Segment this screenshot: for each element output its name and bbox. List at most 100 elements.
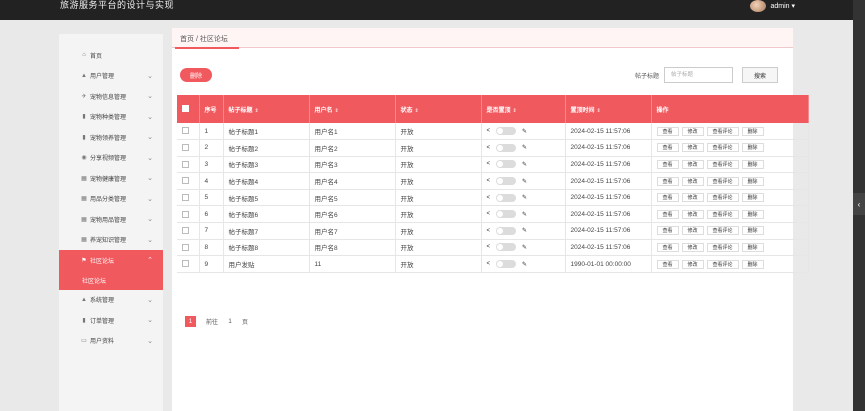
row-checkbox[interactable] <box>177 255 200 273</box>
sidebar-item-sidebar.items4[interactable]: ▮ 宠物领养管理 ⌄ <box>59 127 163 148</box>
delete-row-button[interactable]: 删除 <box>741 242 764 252</box>
edit-icon[interactable]: ✎ <box>522 161 527 168</box>
view-comments-button[interactable]: 查看评论 <box>706 193 739 203</box>
view-button[interactable]: 查看 <box>656 259 679 269</box>
select-all-checkbox[interactable] <box>177 95 200 123</box>
user-menu[interactable]: admin ▾ <box>750 0 795 12</box>
view-button[interactable]: 查看 <box>656 242 679 252</box>
pin-toggle[interactable] <box>496 143 517 152</box>
row-checkbox[interactable] <box>177 156 200 174</box>
sidebar-item-sidebar.items1[interactable]: ▲ 用户管理 ⌄ <box>59 66 163 87</box>
share-icon[interactable]: < <box>487 161 491 167</box>
edit-icon[interactable]: ✎ <box>522 227 527 234</box>
sidebar-item-sidebar.items5[interactable]: ◉ 分享视频管理 ⌄ <box>59 148 163 169</box>
sidebar-item-sidebar.items9[interactable]: ▦ 养宠知识管理 ⌄ <box>59 230 163 251</box>
share-icon[interactable]: < <box>487 145 491 151</box>
col-header-pin-time[interactable]: 置顶时间 ⇕ <box>565 95 652 123</box>
edit-icon[interactable]: ✎ <box>522 178 527 185</box>
edit-button[interactable]: 修改 <box>681 143 704 153</box>
sidebar-subitem-forum[interactable]: 社区论坛 <box>59 270 163 290</box>
share-icon[interactable]: < <box>487 178 491 184</box>
pin-toggle[interactable] <box>496 210 517 219</box>
view-comments-button[interactable]: 查看评论 <box>706 209 739 219</box>
share-icon[interactable]: < <box>487 211 491 217</box>
pin-toggle[interactable] <box>496 226 517 235</box>
view-button[interactable]: 查看 <box>656 193 679 203</box>
sidebar-item-sidebar.items3[interactable]: ▮ 宠物种类管理 ⌄ <box>59 107 163 128</box>
view-comments-button[interactable]: 查看评论 <box>706 143 739 153</box>
delete-row-button[interactable]: 删除 <box>741 176 764 186</box>
view-comments-button[interactable]: 查看评论 <box>706 126 739 136</box>
search-input[interactable] <box>664 67 733 83</box>
view-comments-button[interactable]: 查看评论 <box>706 242 739 252</box>
pin-toggle[interactable] <box>496 127 517 136</box>
view-button[interactable]: 查看 <box>656 209 679 219</box>
edit-button[interactable]: 修改 <box>681 259 704 269</box>
view-button[interactable]: 查看 <box>656 176 679 186</box>
delete-row-button[interactable]: 删除 <box>741 193 764 203</box>
delete-row-button[interactable]: 删除 <box>741 159 764 169</box>
sidebar-item-sidebar.after0[interactable]: ▲ 系统管理 ⌄ <box>59 290 163 311</box>
col-header-status[interactable]: 状态 ⇕ <box>395 95 482 123</box>
sidebar-item-sidebar.items2[interactable]: ✈ 宠物信息管理 ⌄ <box>59 86 163 107</box>
page-input[interactable]: 1 <box>224 319 236 325</box>
row-checkbox[interactable] <box>177 123 200 141</box>
view-button[interactable]: 查看 <box>656 226 679 236</box>
delete-button[interactable]: 删除 <box>180 68 212 82</box>
row-checkbox[interactable] <box>177 222 200 240</box>
col-header-title[interactable]: 帖子标题 ⇕ <box>223 95 310 123</box>
pin-toggle[interactable] <box>496 193 517 202</box>
edit-button[interactable]: 修改 <box>681 193 704 203</box>
sidebar-item-sidebar.items0[interactable]: ⌂ 首页 <box>59 45 163 66</box>
view-comments-button[interactable]: 查看评论 <box>706 259 739 269</box>
edit-button[interactable]: 修改 <box>681 242 704 252</box>
edit-button[interactable]: 修改 <box>681 209 704 219</box>
edit-button[interactable]: 修改 <box>681 159 704 169</box>
edit-icon[interactable]: ✎ <box>522 244 527 251</box>
edit-button[interactable]: 修改 <box>681 126 704 136</box>
share-icon[interactable]: < <box>487 195 491 201</box>
edit-icon[interactable]: ✎ <box>522 144 527 151</box>
view-comments-button[interactable]: 查看评论 <box>706 226 739 236</box>
row-checkbox[interactable] <box>177 189 200 207</box>
page-current[interactable]: 1 <box>185 316 196 327</box>
edit-icon[interactable]: ✎ <box>522 194 527 201</box>
delete-row-button[interactable]: 删除 <box>741 126 764 136</box>
edit-icon[interactable]: ✎ <box>522 211 527 218</box>
edit-icon[interactable]: ✎ <box>522 128 527 135</box>
search-button[interactable]: 搜索 <box>742 67 778 83</box>
row-checkbox[interactable] <box>177 239 200 257</box>
sidebar-item-sidebar.after1[interactable]: ▮ 订单管理 ⌄ <box>59 310 163 331</box>
pin-toggle[interactable] <box>496 177 517 186</box>
edit-icon[interactable]: ✎ <box>522 261 527 268</box>
view-button[interactable]: 查看 <box>656 126 679 136</box>
collapse-handle-icon[interactable]: ‹ <box>853 193 865 215</box>
col-header-pinned[interactable]: 是否置顶 ⇕ <box>481 95 566 123</box>
sidebar-item-sidebar.after2[interactable]: ▭ 用户资料 ⌄ <box>59 331 163 352</box>
delete-row-button[interactable]: 删除 <box>741 226 764 236</box>
view-button[interactable]: 查看 <box>656 143 679 153</box>
sidebar-item-sidebar.items6[interactable]: ▦ 宠物健康管理 ⌄ <box>59 168 163 189</box>
share-icon[interactable]: < <box>487 244 491 250</box>
sidebar-item-sidebar.items7[interactable]: ▦ 用品分类管理 ⌄ <box>59 189 163 210</box>
share-icon[interactable]: < <box>487 261 491 267</box>
row-checkbox[interactable] <box>177 205 200 224</box>
delete-row-button[interactable]: 删除 <box>741 259 764 269</box>
row-checkbox[interactable] <box>177 139 200 157</box>
edit-button[interactable]: 修改 <box>681 226 704 236</box>
pin-toggle[interactable] <box>496 260 517 269</box>
row-checkbox[interactable] <box>177 172 200 190</box>
delete-row-button[interactable]: 删除 <box>741 209 764 219</box>
view-comments-button[interactable]: 查看评论 <box>706 176 739 186</box>
pin-toggle[interactable] <box>496 243 517 252</box>
col-header-user[interactable]: 用户名 ⇕ <box>309 95 396 123</box>
view-button[interactable]: 查看 <box>656 159 679 169</box>
share-icon[interactable]: < <box>487 228 491 234</box>
pin-toggle[interactable] <box>496 160 517 169</box>
sidebar-item-sidebar.items8[interactable]: ▦ 宠物用品管理 ⌄ <box>59 209 163 230</box>
share-icon[interactable]: < <box>487 128 491 134</box>
delete-row-button[interactable]: 删除 <box>741 143 764 153</box>
view-comments-button[interactable]: 查看评论 <box>706 159 739 169</box>
sidebar-item-forum[interactable]: ⚑ 社区论坛 ⌃ <box>59 250 163 271</box>
edit-button[interactable]: 修改 <box>681 176 704 186</box>
